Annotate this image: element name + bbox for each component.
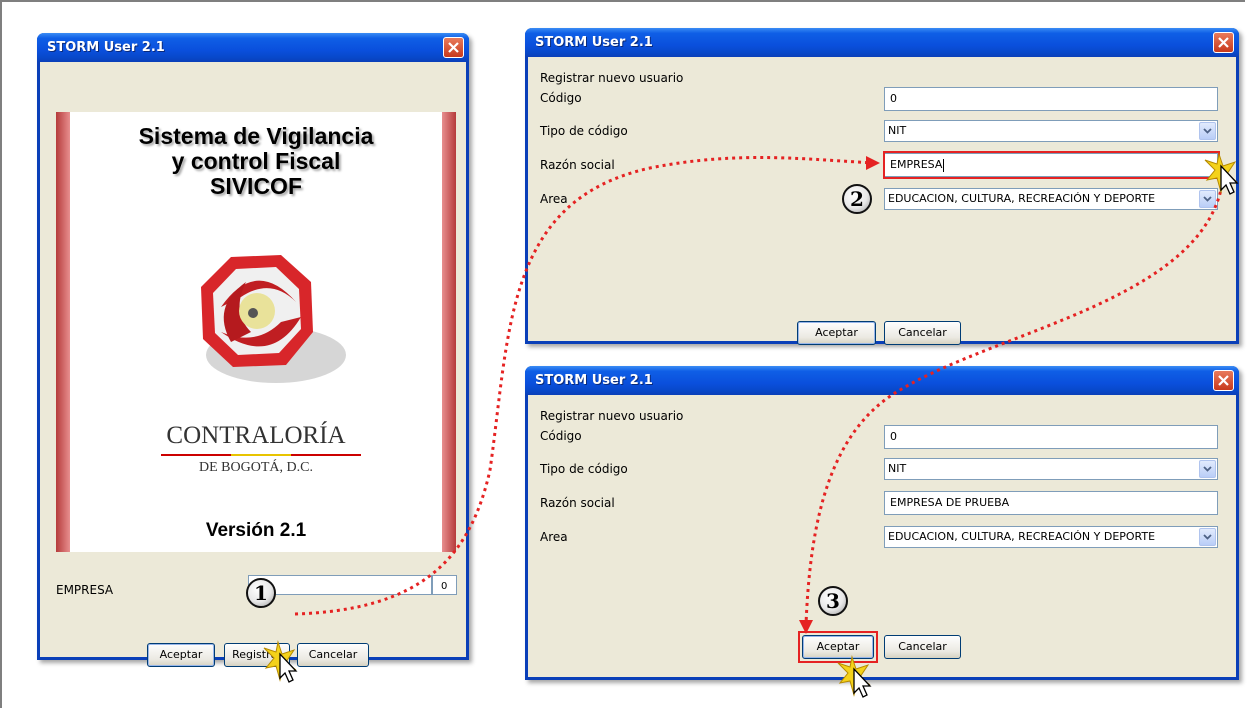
razon-input[interactable]: EMPRESA DE PRUEBA	[884, 491, 1218, 515]
razon-label: Razón social	[540, 158, 615, 172]
register-window-bottom: STORM User 2.1 Registrar nuevo usuario C…	[525, 366, 1239, 680]
accept-button[interactable]: Aceptar	[797, 321, 876, 345]
register-top-window-title: STORM User 2.1	[535, 35, 653, 50]
razon-label: Razón social	[540, 496, 615, 510]
cancel-button[interactable]: Cancelar	[884, 635, 961, 659]
step-badge-1: 1	[246, 578, 276, 608]
mouse-cursor-icon	[837, 655, 872, 698]
cancel-button[interactable]: Cancelar	[297, 643, 369, 667]
area-select-value: EDUCACION, CULTURA, RECREACIÓN Y DEPORTE	[888, 530, 1156, 543]
mouse-cursor-icon	[1204, 152, 1239, 195]
login-title-bar[interactable]: STORM User 2.1	[37, 33, 469, 62]
heading-line-3: SIVICOF	[209, 173, 302, 199]
tipo-dropdown-button[interactable]	[1199, 122, 1216, 140]
chevron-down-icon	[1203, 128, 1212, 134]
contraloria-logo-icon	[201, 255, 346, 383]
login-window: STORM User 2.1 Sistema de Vigilancia y c…	[37, 33, 469, 667]
area-label: Area	[540, 530, 568, 544]
accept-button[interactable]: Aceptar	[147, 643, 215, 667]
form-heading: Registrar nuevo usuario	[540, 71, 684, 85]
close-icon	[448, 42, 459, 53]
step-badge-2: 2	[842, 184, 872, 214]
step-badge-3: 3	[818, 586, 848, 616]
register-top-title-bar[interactable]: STORM User 2.1	[525, 28, 1239, 57]
tipo-select[interactable]: NIT	[884, 458, 1218, 480]
area-select[interactable]: EDUCACION, CULTURA, RECREACIÓN Y DEPORTE	[884, 188, 1218, 210]
org-sub: DE BOGOTÁ, D.C.	[199, 460, 313, 475]
register-window-top: STORM User 2.1 Registrar nuevo usuario C…	[525, 28, 1239, 345]
close-icon	[1218, 375, 1229, 386]
mouse-cursor-icon	[263, 640, 298, 683]
area-dropdown-button[interactable]	[1199, 528, 1216, 546]
heading-line-2: y control Fiscal	[171, 148, 341, 174]
register-bottom-title-bar[interactable]: STORM User 2.1	[525, 366, 1239, 395]
register-bottom-window-title: STORM User 2.1	[535, 373, 653, 388]
razon-highlight	[883, 151, 1220, 179]
chevron-down-icon	[1203, 466, 1212, 472]
close-button[interactable]	[443, 37, 464, 58]
codigo-label: Código	[540, 91, 582, 105]
form-heading: Registrar nuevo usuario	[540, 409, 684, 423]
tipo-label: Tipo de código	[540, 462, 628, 476]
tipo-select[interactable]: NIT	[884, 120, 1218, 142]
heading-line-1: Sistema de Vigilancia	[138, 123, 374, 149]
chevron-down-icon	[1203, 534, 1212, 540]
empresa-label: EMPRESA	[56, 583, 114, 597]
tipo-dropdown-button[interactable]	[1199, 460, 1216, 478]
area-label: Area	[540, 192, 568, 206]
area-select[interactable]: EDUCACION, CULTURA, RECREACIÓN Y DEPORTE	[884, 526, 1218, 548]
area-select-value: EDUCACION, CULTURA, RECREACIÓN Y DEPORTE	[888, 192, 1156, 205]
codigo-input[interactable]: 0	[884, 87, 1218, 111]
close-icon	[1218, 37, 1229, 48]
codigo-label: Código	[540, 429, 582, 443]
close-button[interactable]	[1213, 370, 1234, 391]
splash-heading: Sistema de Vigilancia y control Fiscal S…	[56, 124, 456, 199]
empresa-code-field[interactable]: 0	[432, 575, 457, 595]
tipo-label: Tipo de código	[540, 124, 628, 138]
cancel-button[interactable]: Cancelar	[884, 321, 961, 345]
close-button[interactable]	[1213, 32, 1234, 53]
tipo-select-value: NIT	[888, 124, 907, 137]
splash-image: Sistema de Vigilancia y control Fiscal S…	[56, 112, 456, 552]
org-underline-yellow	[231, 454, 291, 456]
tipo-select-value: NIT	[888, 462, 907, 475]
version-label: Versión 2.1	[205, 520, 307, 541]
codigo-input[interactable]: 0	[884, 425, 1218, 449]
org-name: CONTRALORÍA	[166, 422, 346, 449]
login-window-title: STORM User 2.1	[47, 40, 165, 55]
